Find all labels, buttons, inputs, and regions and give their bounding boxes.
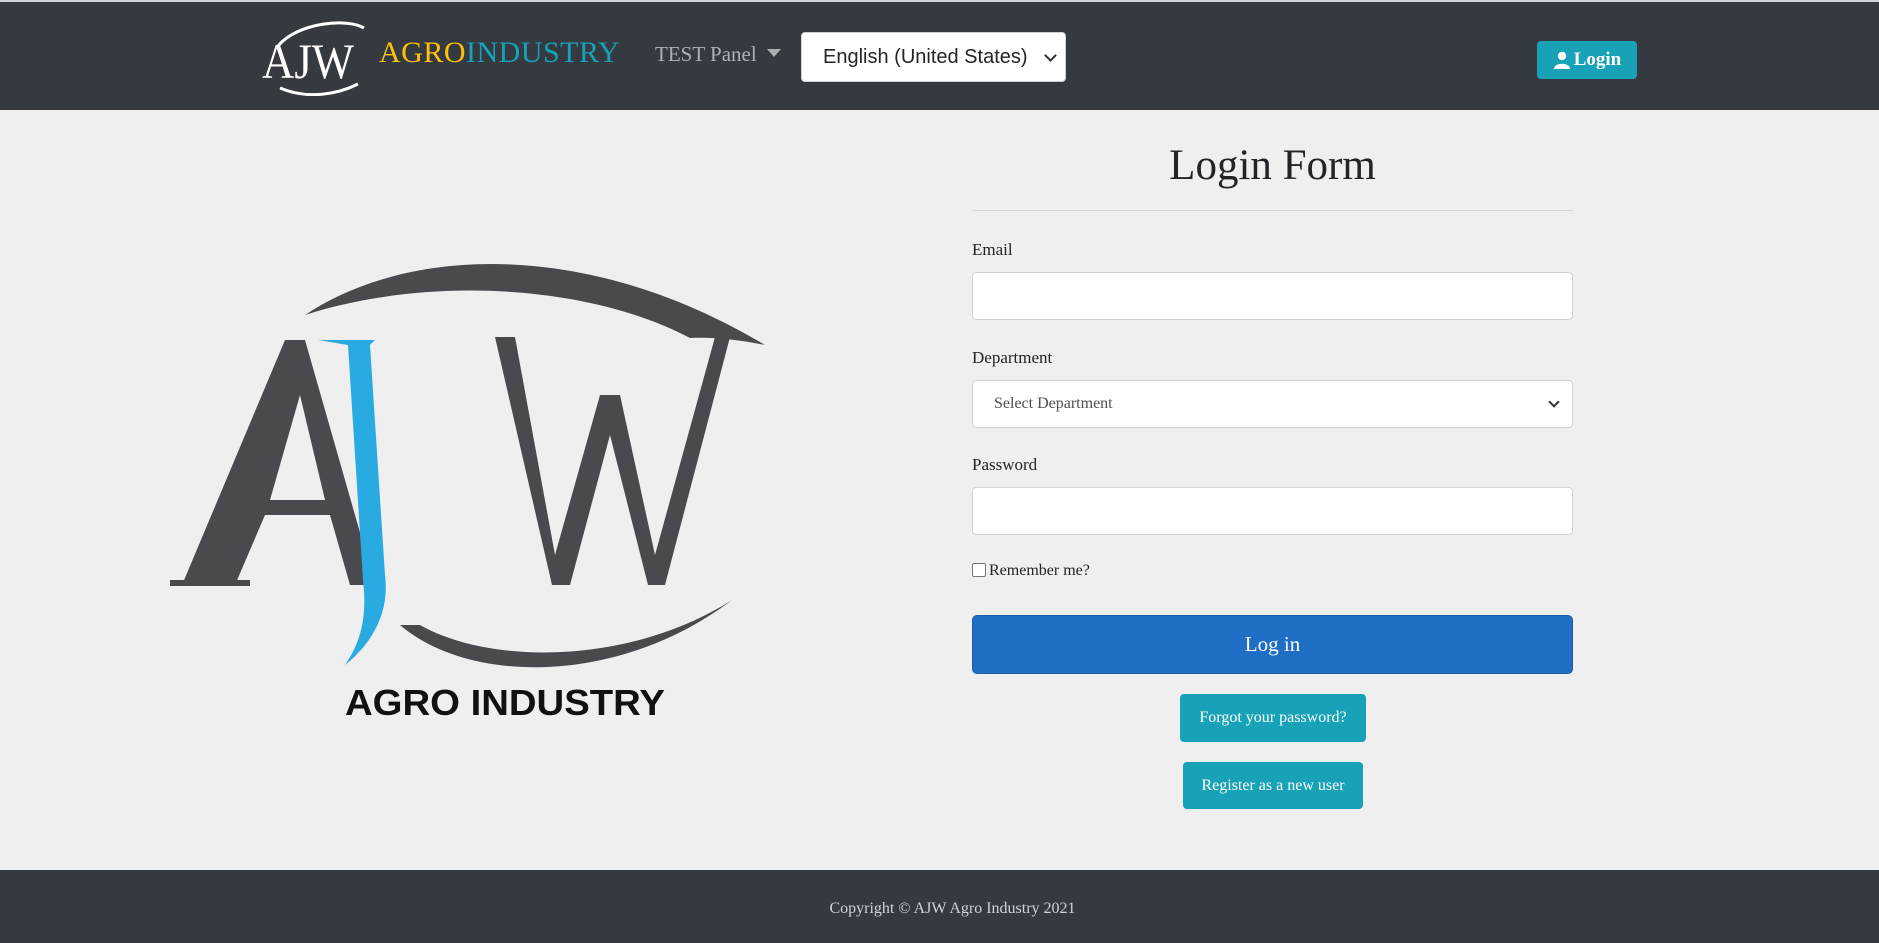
brand-logo-icon[interactable]: AJW xyxy=(258,18,368,96)
department-label: Department xyxy=(972,348,1053,367)
language-selected: English (United States) xyxy=(823,45,1028,68)
chevron-down-icon xyxy=(1044,49,1057,62)
copyright-text: Copyright © AJW Agro Industry 2021 xyxy=(829,900,1076,917)
brand-name[interactable]: AGROINDUSTRY xyxy=(379,36,620,70)
panel-dropdown[interactable]: TEST Panel xyxy=(655,42,781,67)
language-select[interactable]: English (United States) xyxy=(801,32,1066,82)
logo-caption: AGRO INDUSTRY xyxy=(345,682,665,723)
top-navbar: AJW AGROINDUSTRY TEST Panel English (Uni… xyxy=(0,0,1879,110)
title-divider xyxy=(972,210,1573,211)
forgot-password-button[interactable]: Forgot your password? xyxy=(1180,694,1366,742)
log-in-button[interactable]: Log in xyxy=(972,615,1573,674)
department-select[interactable]: Select Department xyxy=(972,380,1573,428)
remember-me-label: Remember me? xyxy=(989,562,1090,579)
panel-dropdown-label: TEST Panel xyxy=(655,42,757,66)
chevron-down-icon xyxy=(1548,396,1560,408)
email-label: Email xyxy=(972,240,1013,259)
nav-login-button[interactable]: Login xyxy=(1537,41,1637,79)
email-input[interactable] xyxy=(972,272,1573,320)
company-logo: AGRO INDUSTRY xyxy=(170,264,765,723)
brand-name-industry: INDUSTRY xyxy=(466,36,621,69)
register-button[interactable]: Register as a new user xyxy=(1183,762,1363,809)
login-form-title: Login Form xyxy=(1169,142,1376,189)
user-icon xyxy=(1553,51,1570,69)
footer: Copyright © AJW Agro Industry 2021 xyxy=(0,870,1879,943)
nav-login-label: Login xyxy=(1573,49,1622,70)
password-input[interactable] xyxy=(972,487,1573,535)
password-label: Password xyxy=(972,455,1038,474)
remember-me-checkbox[interactable] xyxy=(972,562,986,577)
brand-monogram: AJW xyxy=(262,33,355,89)
department-selected: Select Department xyxy=(994,395,1113,412)
brand-name-agro: AGRO xyxy=(379,36,467,69)
remember-me[interactable]: Remember me? xyxy=(972,562,1090,580)
caret-down-icon xyxy=(766,48,781,57)
